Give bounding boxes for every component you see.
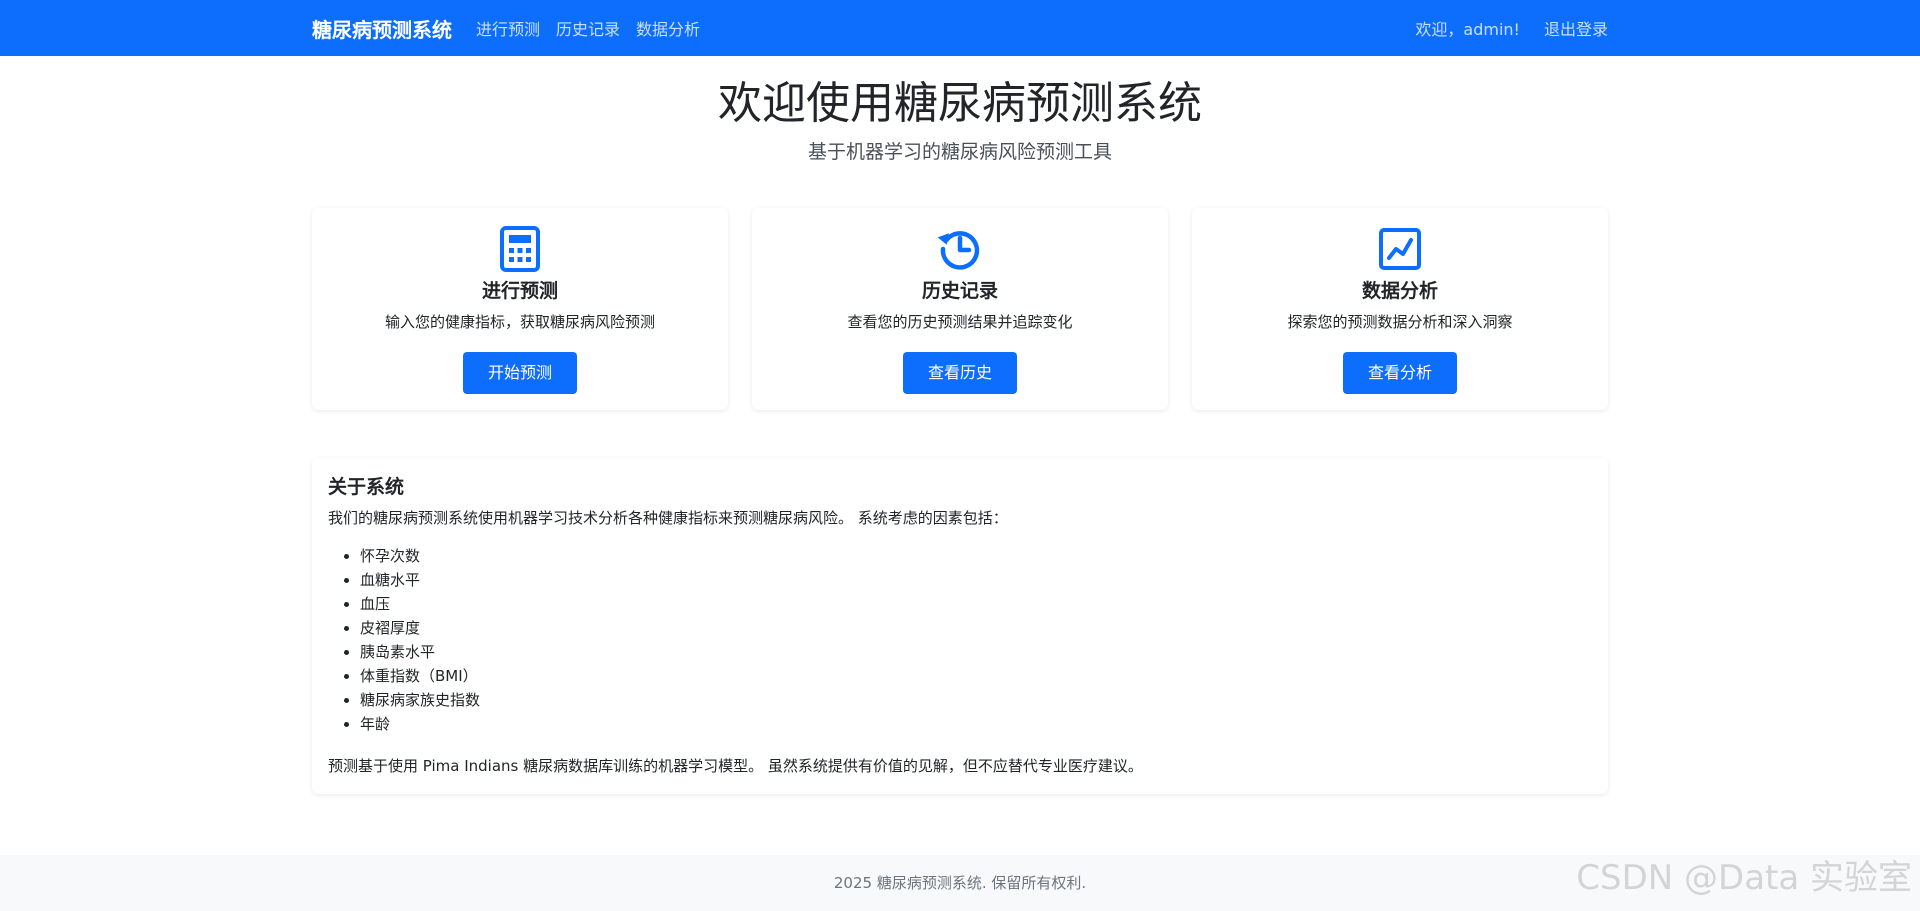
navbar-right: 欢迎，admin! 退出登录 xyxy=(1415,0,1608,56)
about-disclaimer: 预测基于使用 Pima Indians 糖尿病数据库训练的机器学习模型。 虽然系… xyxy=(328,757,1143,775)
start-predict-button[interactable]: 开始预测 xyxy=(463,352,577,394)
card-title: 进行预测 xyxy=(481,280,558,302)
card-description: 查看您的历史预测结果并追踪变化 xyxy=(847,313,1073,331)
watermark: CSDN @Data 实验室 xyxy=(1576,858,1912,898)
card-analysis: 数据分析 探索您的预测数据分析和深入洞察 查看分析 xyxy=(1192,208,1608,410)
calculator-icon xyxy=(312,225,728,273)
feature-cards: 进行预测 输入您的健康指标，获取糖尿病风险预测 开始预测 历史记录 查看您的历史… xyxy=(312,208,1608,410)
navbar-container: 糖尿病预测系统 进行预测 历史记录 数据分析 欢迎，admin! 退出登录 xyxy=(312,0,1608,56)
nav-link-history[interactable]: 历史记录 xyxy=(556,16,620,40)
nav-link-predict[interactable]: 进行预测 xyxy=(476,16,540,40)
navbar-brand[interactable]: 糖尿病预测系统 xyxy=(312,14,452,43)
card-title: 历史记录 xyxy=(921,280,998,302)
about-title: 关于系统 xyxy=(328,476,405,498)
graph-icon xyxy=(1192,225,1608,273)
list-item: 胰岛素水平 xyxy=(360,640,480,664)
card-predict: 进行预测 输入您的健康指标，获取糖尿病风险预测 开始预测 xyxy=(312,208,728,410)
page-subtitle: 基于机器学习的糖尿病风险预测工具 xyxy=(807,141,1112,163)
copyright-text: 2025 糖尿病预测系统. 保留所有权利. xyxy=(833,874,1087,892)
list-item: 糖尿病家族史指数 xyxy=(360,688,480,712)
page-title: 欢迎使用糖尿病预测系统 xyxy=(718,78,1202,129)
card-description: 输入您的健康指标，获取糖尿病风险预测 xyxy=(384,313,655,331)
list-item: 血压 xyxy=(360,592,480,616)
history-icon xyxy=(752,225,1168,273)
card-history: 历史记录 查看您的历史预测结果并追踪变化 查看历史 xyxy=(752,208,1168,410)
logout-link[interactable]: 退出登录 xyxy=(1544,16,1608,40)
list-item: 怀孕次数 xyxy=(360,544,480,568)
list-item: 体重指数（BMI） xyxy=(360,664,480,688)
navbar: 糖尿病预测系统 进行预测 历史记录 数据分析 欢迎，admin! 退出登录 xyxy=(0,0,1920,56)
welcome-text: 欢迎，admin! xyxy=(1415,20,1520,39)
view-analysis-button[interactable]: 查看分析 xyxy=(1343,352,1457,394)
nav-link-analysis[interactable]: 数据分析 xyxy=(636,16,700,40)
about-section: 关于系统 我们的糖尿病预测系统使用机器学习技术分析各种健康指标来预测糖尿病风险。… xyxy=(312,458,1608,794)
list-item: 皮褶厚度 xyxy=(360,616,480,640)
factor-list: 怀孕次数 血糖水平 血压 皮褶厚度 胰岛素水平 体重指数（BMI） 糖尿病家族史… xyxy=(328,544,480,736)
card-description: 探索您的预测数据分析和深入洞察 xyxy=(1287,313,1513,331)
card-title: 数据分析 xyxy=(1361,280,1438,302)
list-item: 年龄 xyxy=(360,712,480,736)
about-intro: 我们的糖尿病预测系统使用机器学习技术分析各种健康指标来预测糖尿病风险。 系统考虑… xyxy=(328,509,1008,527)
navbar-left: 糖尿病预测系统 进行预测 历史记录 数据分析 xyxy=(312,0,716,56)
list-item: 血糖水平 xyxy=(360,568,480,592)
view-history-button[interactable]: 查看历史 xyxy=(903,352,1017,394)
